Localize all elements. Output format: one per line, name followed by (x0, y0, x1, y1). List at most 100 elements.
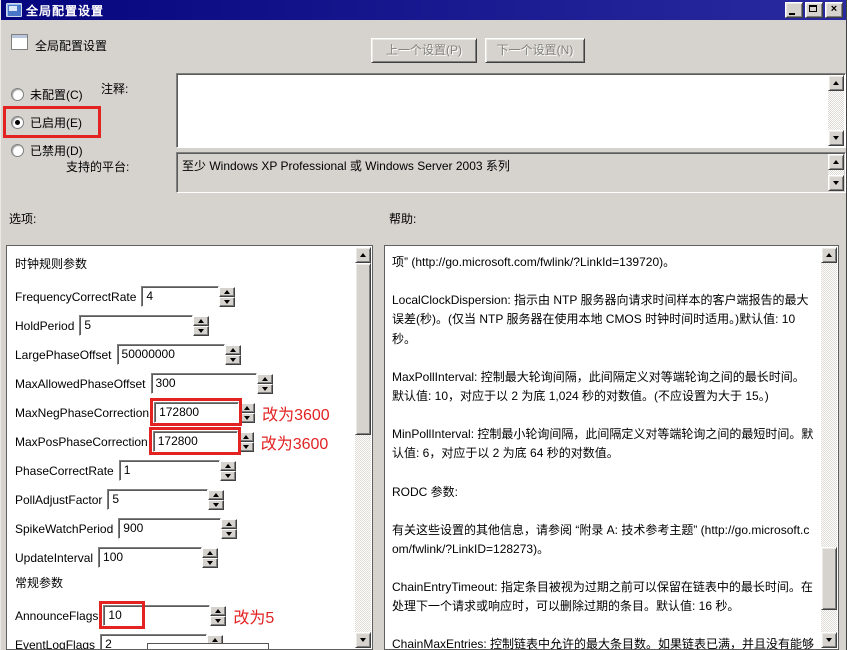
title-bar: 全局配置设置 × (1, 0, 846, 20)
spinner (225, 345, 241, 365)
help-paragraph: ChainEntryTimeout: 指定条目被视为过期之前可以保留在链表中的最… (392, 578, 815, 616)
minimize-button[interactable] (785, 2, 803, 18)
options-label: 选项: (9, 210, 36, 227)
change-annotation: 改为3600 (261, 430, 329, 454)
option-label: PollAdjustFactor (15, 493, 102, 507)
option-label: FrequencyCorrectRate (15, 290, 136, 304)
option-input[interactable]: 172800 (154, 402, 239, 423)
option-input[interactable]: 5 (79, 315, 193, 336)
option-row: MaxAllowedPhaseOffset 300 (15, 369, 355, 398)
maximize-icon (809, 5, 817, 12)
scroll-up-icon[interactable] (828, 154, 844, 170)
option-input[interactable]: 1 (119, 460, 220, 481)
spinner-down-icon[interactable] (239, 413, 255, 423)
spinner-up-icon[interactable] (257, 374, 273, 384)
option-row: AnnounceFlags10改为5 (15, 601, 355, 630)
spinner (238, 432, 254, 452)
app-icon (6, 3, 22, 17)
option-label: EventLogFlags (15, 638, 95, 650)
spinner-up-icon[interactable] (219, 287, 235, 297)
help-paragraph: LocalClockDispersion: 指示由 NTP 服务器向请求时间样本… (392, 291, 815, 349)
option-input[interactable]: 100 (98, 547, 202, 568)
spinner (193, 316, 209, 336)
spinner-down-icon[interactable] (257, 384, 273, 394)
spinner-down-icon[interactable] (210, 616, 226, 626)
scrollbar-thumb[interactable] (821, 547, 837, 610)
previous-setting-button[interactable]: 上一个设置(P) (371, 38, 477, 63)
spinner (220, 461, 236, 481)
option-input[interactable]: 10 (103, 605, 210, 626)
scroll-down-icon[interactable] (828, 130, 844, 146)
next-setting-button[interactable]: 下一个设置(N) (485, 38, 585, 63)
help-text: 项” (http://go.microsoft.com/fwlink/?Link… (385, 246, 821, 650)
spinner-up-icon[interactable] (202, 548, 218, 558)
scrollbar-thumb[interactable] (355, 263, 371, 435)
option-input[interactable]: 172800 (153, 431, 238, 452)
spinner-down-icon[interactable] (221, 529, 237, 539)
options-panel: 时钟规则参数 FrequencyCorrectRate 4 HoldPeriod5 La… (6, 245, 373, 650)
state-radio-group: 未配置(C)已启用(E)已禁用(D) (11, 80, 95, 164)
partial-next-row-input[interactable] (147, 643, 269, 650)
minimize-icon (789, 13, 795, 15)
option-label: MaxAllowedPhaseOffset (15, 377, 146, 391)
option-input[interactable]: 300 (151, 373, 257, 394)
scroll-down-icon[interactable] (355, 632, 371, 648)
spinner-up-icon[interactable] (220, 461, 236, 471)
spinner-up-icon[interactable] (208, 490, 224, 500)
radio-label: 未配置(C) (30, 86, 83, 103)
option-input[interactable]: 4 (141, 286, 219, 307)
comment-label: 注释: (101, 80, 128, 97)
spinner-up-icon[interactable] (225, 345, 241, 355)
spinner-down-icon[interactable] (219, 297, 235, 307)
radio-icon[interactable] (11, 116, 24, 129)
scroll-up-icon[interactable] (355, 247, 371, 263)
maximize-button[interactable] (805, 2, 823, 18)
platform-scrollbar[interactable] (828, 154, 844, 191)
scroll-down-icon[interactable] (821, 632, 837, 648)
option-label: MaxNegPhaseCorrection (15, 406, 149, 420)
spinner-up-icon[interactable] (221, 519, 237, 529)
option-label: LargePhaseOffset (15, 348, 112, 362)
help-scrollbar[interactable] (821, 247, 837, 648)
help-paragraph: 项” (http://go.microsoft.com/fwlink/?Link… (392, 253, 815, 272)
radio-icon[interactable] (11, 88, 24, 101)
scroll-up-icon[interactable] (828, 75, 844, 91)
spinner (221, 519, 237, 539)
supported-platform-box: 至少 Windows XP Professional 或 Windows Ser… (176, 152, 846, 193)
option-label: SpikeWatchPeriod (15, 522, 113, 536)
option-group-header: 时钟规则参数 (15, 253, 355, 282)
comment-textarea[interactable] (176, 73, 846, 148)
radio-option[interactable]: 未配置(C) (11, 80, 95, 108)
comment-scrollbar[interactable] (828, 75, 844, 146)
option-label: UpdateInterval (15, 551, 93, 565)
option-input[interactable]: 50000000 (117, 344, 225, 365)
radio-option[interactable]: 已启用(E) (11, 108, 95, 136)
scroll-up-icon[interactable] (821, 247, 837, 263)
spinner-down-icon[interactable] (220, 471, 236, 481)
close-button[interactable]: × (825, 2, 843, 18)
spinner-down-icon[interactable] (208, 500, 224, 510)
spinner-up-icon[interactable] (210, 606, 226, 616)
spinner-down-icon[interactable] (202, 558, 218, 568)
spinner (210, 606, 226, 626)
spinner (257, 374, 273, 394)
spinner-up-icon[interactable] (238, 432, 254, 442)
spinner-down-icon[interactable] (225, 355, 241, 365)
option-label: AnnounceFlags (15, 609, 98, 623)
global-config-dialog: 全局配置设置 × 全局配置设置 上一个设置(P) 下一个设置(N) 未配置(C)… (0, 0, 847, 650)
options-scrollbar[interactable] (355, 247, 371, 648)
supported-platform-value: 至少 Windows XP Professional 或 Windows Ser… (182, 157, 823, 174)
option-input[interactable]: 900 (118, 518, 221, 539)
spinner-down-icon[interactable] (238, 442, 254, 452)
spinner-up-icon[interactable] (239, 403, 255, 413)
option-label: PhaseCorrectRate (15, 464, 114, 478)
radio-icon[interactable] (11, 144, 24, 157)
option-row: HoldPeriod5 (15, 311, 355, 340)
spinner-down-icon[interactable] (193, 326, 209, 336)
scroll-down-icon[interactable] (828, 175, 844, 191)
option-row: MaxNegPhaseCorrection172800改为3600 (15, 398, 355, 427)
close-icon: × (826, 2, 842, 16)
option-input[interactable]: 5 (107, 489, 208, 510)
spinner-up-icon[interactable] (193, 316, 209, 326)
window-title: 全局配置设置 (26, 2, 104, 19)
